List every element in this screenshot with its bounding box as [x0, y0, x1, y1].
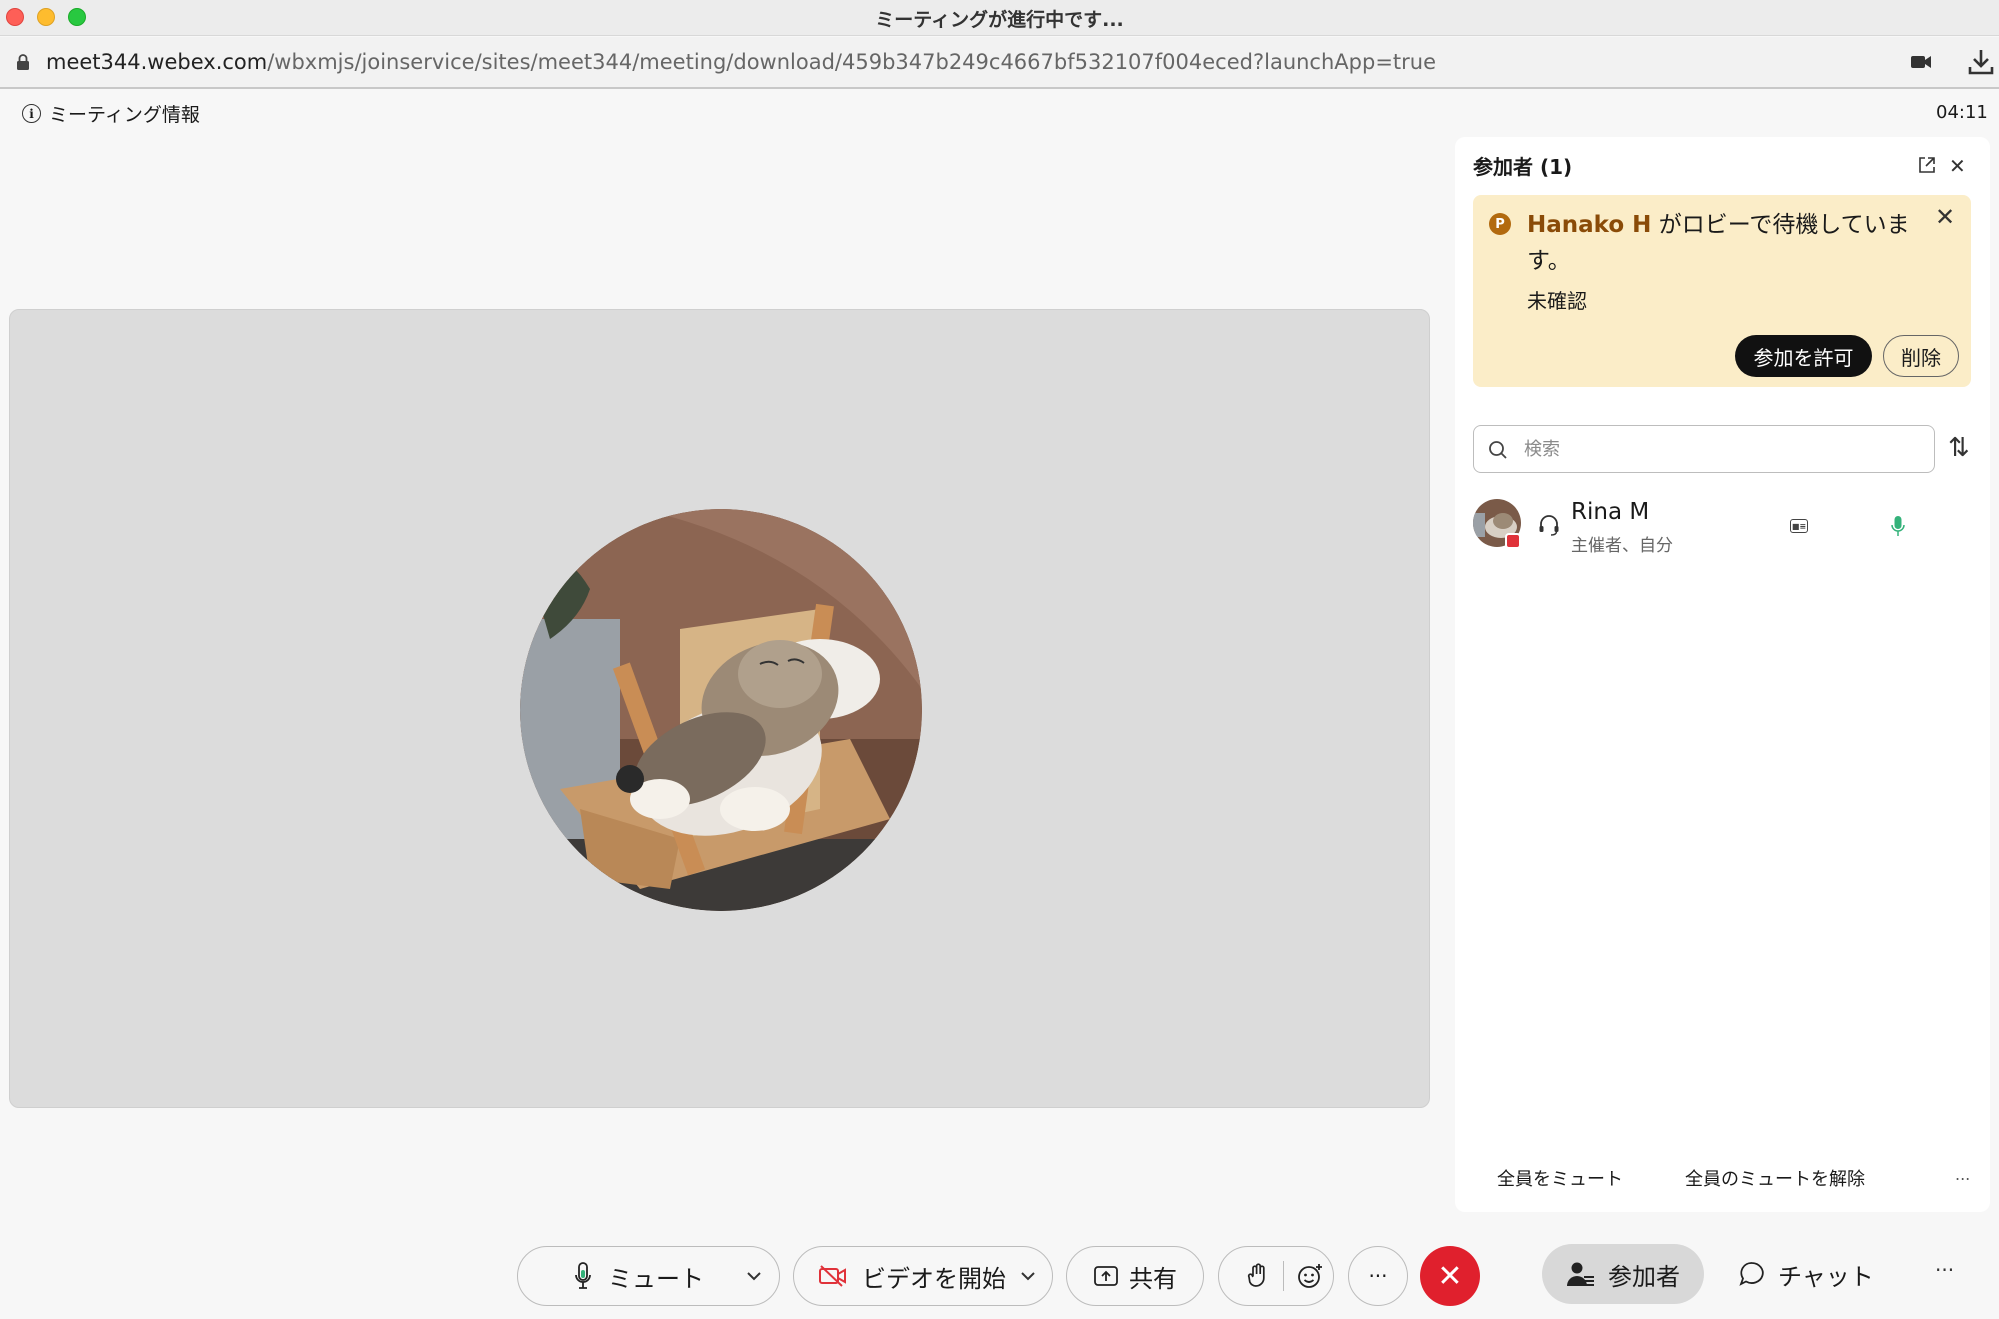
participant-role: 主催者、自分: [1571, 536, 1673, 556]
start-video-button[interactable]: ビデオを開始: [793, 1246, 1053, 1306]
download-icon[interactable]: [1968, 48, 1994, 76]
self-avatar-image: [520, 509, 922, 911]
chevron-down-icon[interactable]: [746, 1271, 762, 1281]
close-icon[interactable]: ✕: [1949, 154, 1966, 178]
url-host: meet344.webex.com: [46, 50, 268, 74]
chat-label: チャット: [1778, 1262, 1874, 1291]
reaction-icon[interactable]: [1296, 1262, 1324, 1290]
search-icon: [1489, 441, 1507, 459]
share-button[interactable]: 共有: [1066, 1246, 1204, 1306]
participants-label: 参加者: [1608, 1262, 1680, 1291]
window-titlebar: ミーティングが進行中です...: [0, 0, 1999, 36]
participant-row[interactable]: Rina M 主催者、自分 ■≡: [1473, 493, 1973, 557]
meeting-timer: 04:11: [1936, 102, 1988, 123]
url-field[interactable]: meet344.webex.com/wbxmjs/joinservice/sit…: [46, 50, 1436, 74]
video-stage: [9, 309, 1430, 1108]
panel-title: 参加者 (1): [1473, 155, 1573, 179]
pill-divider: [1283, 1261, 1284, 1291]
mute-label: ミュート: [608, 1264, 704, 1293]
chat-button[interactable]: チャット: [1738, 1244, 1874, 1304]
unmute-all-button[interactable]: 全員のミュートを解除: [1685, 1165, 1865, 1191]
closed-caption-icon: ■≡: [1790, 519, 1808, 533]
chevron-down-icon[interactable]: [1020, 1271, 1036, 1281]
participants-button[interactable]: 参加者: [1542, 1244, 1704, 1304]
window-title: ミーティングが進行中です...: [875, 9, 1124, 31]
lobby-close-icon[interactable]: ✕: [1935, 203, 1955, 231]
lobby-message: Hanako H がロビーで待機しています。: [1527, 207, 1927, 279]
address-bar: meet344.webex.com/wbxmjs/joinservice/sit…: [0, 37, 1999, 89]
microphone-icon: [575, 1262, 591, 1289]
share-label: 共有: [1129, 1264, 1177, 1293]
participants-panel: 参加者 (1) ✕ P Hanako H がロビーで待機しています。 未確認 ✕…: [1455, 137, 1990, 1212]
lock-icon: [17, 54, 29, 70]
footer-more-button[interactable]: ...: [1955, 1165, 1970, 1184]
meeting-info-button[interactable]: i ミーティング情報: [22, 100, 200, 127]
more-icon[interactable]: ···: [1935, 1258, 1954, 1282]
close-icon: ✕: [1437, 1259, 1463, 1293]
raise-hand-icon[interactable]: [1247, 1262, 1269, 1290]
end-meeting-button[interactable]: ✕: [1420, 1246, 1480, 1306]
mute-button[interactable]: ミュート: [517, 1246, 780, 1306]
lobby-status: 未確認: [1527, 289, 1587, 313]
url-path: /wbxmjs/joinservice/sites/meet344/meetin…: [267, 50, 1437, 74]
video-off-icon: [819, 1265, 846, 1287]
popout-icon[interactable]: [1918, 156, 1936, 174]
participant-name: Rina M: [1571, 499, 1650, 525]
headset-icon: [1539, 515, 1559, 536]
participant-search[interactable]: [1473, 425, 1935, 473]
share-icon: [1094, 1266, 1118, 1286]
info-icon: i: [22, 104, 41, 123]
sort-icon[interactable]: ⇅: [1948, 433, 1970, 463]
reactions-group: [1218, 1246, 1334, 1306]
remove-button[interactable]: 削除: [1883, 335, 1959, 377]
mute-all-button[interactable]: 全員をミュート: [1497, 1165, 1623, 1191]
participants-icon: [1567, 1262, 1594, 1286]
meeting-info-label: ミーティング情報: [49, 104, 200, 126]
more-options-button[interactable]: ···: [1348, 1246, 1408, 1306]
microphone-icon: [1891, 516, 1905, 536]
lobby-warning-icon: P: [1489, 213, 1511, 235]
video-label: ビデオを開始: [862, 1264, 1006, 1293]
host-badge: [1505, 533, 1521, 549]
lobby-user-name: Hanako H: [1527, 212, 1652, 238]
lobby-notification: P Hanako H がロビーで待機しています。 未確認 ✕ 参加を許可 削除: [1473, 195, 1971, 387]
chat-icon: [1739, 1262, 1764, 1286]
camera-icon[interactable]: [1910, 54, 1932, 70]
admit-button[interactable]: 参加を許可: [1735, 335, 1872, 377]
search-input[interactable]: [1524, 434, 1924, 464]
